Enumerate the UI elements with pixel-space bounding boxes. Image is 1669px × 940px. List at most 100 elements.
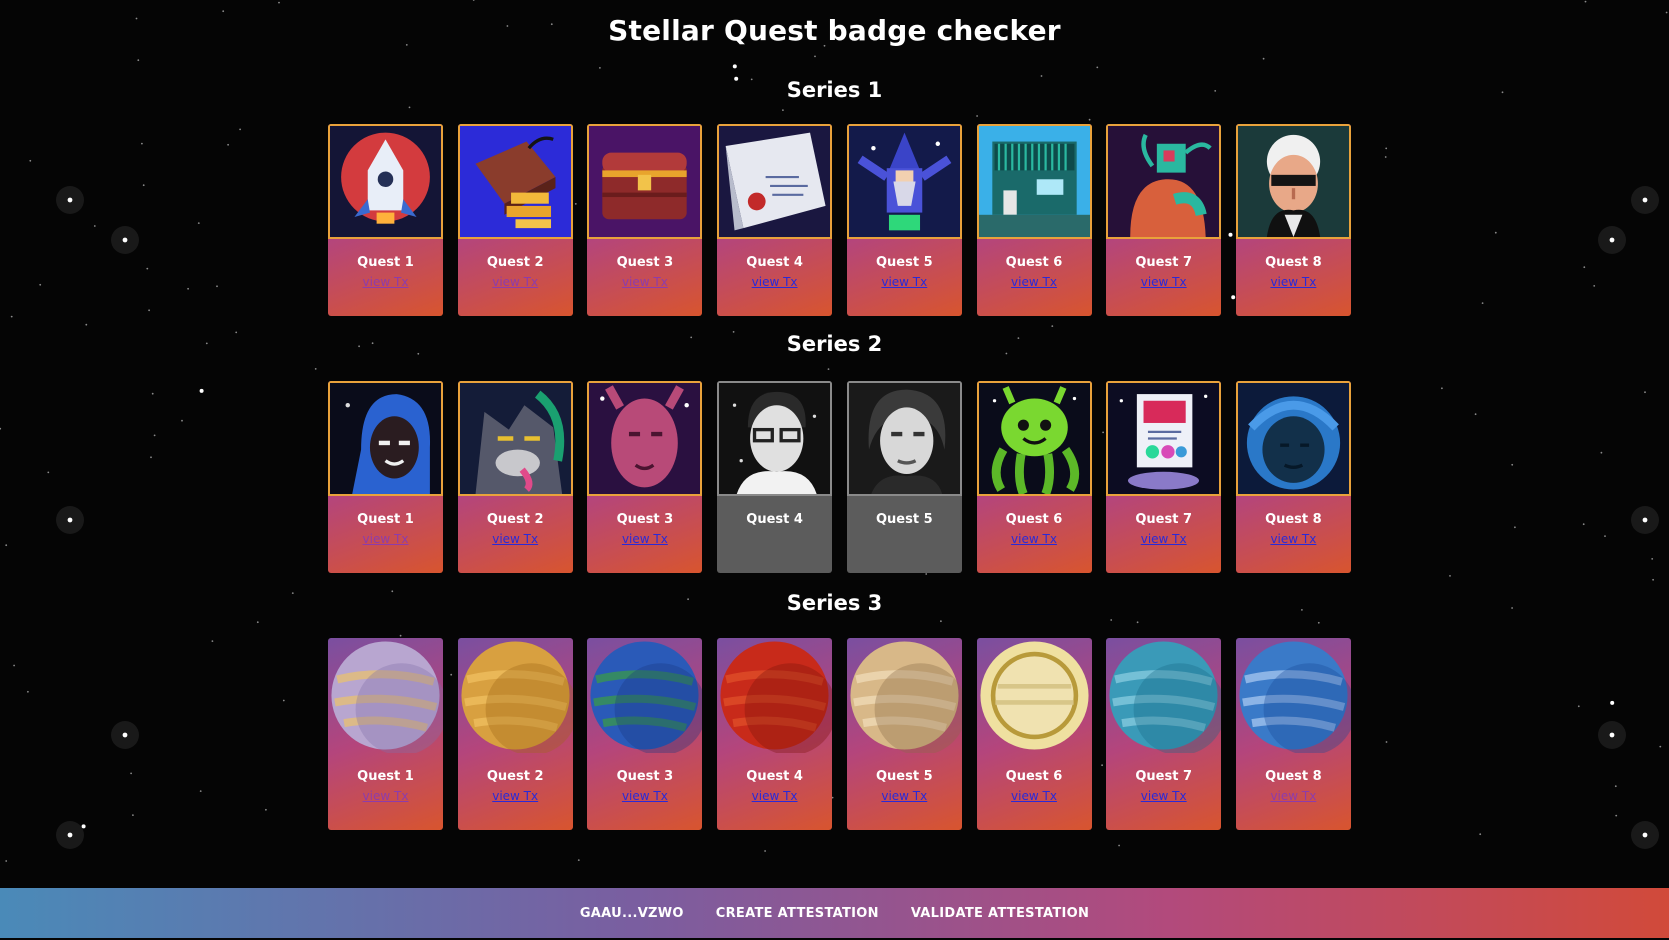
mars-planet-icon (717, 638, 833, 753)
creature-icon (1106, 124, 1222, 239)
badge-card: Quest 2 view Tx (457, 638, 573, 830)
badge-card: Quest 8 view Tx (1235, 638, 1351, 830)
quest-label: Quest 8 (1265, 769, 1322, 784)
view-tx-link[interactable]: view Tx (328, 532, 443, 546)
quest-label: Quest 7 (1135, 512, 1193, 527)
page-title: Stellar Quest badge checker (608, 14, 1061, 47)
quest-label: Quest 8 (1265, 255, 1322, 270)
view-tx-link[interactable]: view Tx (587, 275, 702, 289)
woman-portrait-icon (846, 381, 962, 496)
view-tx-link[interactable]: view Tx (977, 275, 1092, 289)
view-tx-link[interactable]: view Tx (587, 789, 702, 803)
octopus-icon (976, 381, 1092, 496)
badge-card: Quest 3 view Tx (587, 638, 703, 830)
badge-card: Quest 1 view Tx (328, 124, 443, 316)
quest-label: Quest 1 (357, 512, 414, 527)
quest-label: Quest 3 (616, 512, 674, 527)
wolf-portrait-icon (457, 381, 573, 496)
badge-card: Quest 5 view Tx (846, 638, 962, 830)
badge-row: Quest 1 view Tx Quest 2 view Tx Quest 3 view … (328, 381, 1351, 573)
view-tx-link[interactable]: view Tx (1106, 275, 1221, 289)
view-tx-link[interactable]: view Tx (977, 789, 1092, 803)
book-icon (1106, 381, 1222, 496)
gold-bars-icon (457, 124, 573, 239)
badge-card: Quest 5 view Tx (846, 124, 962, 316)
validate-attestation-button[interactable]: VALIDATE ATTESTATION (911, 906, 1089, 921)
badge-card: Quest 5 (846, 381, 962, 573)
view-tx-link[interactable]: view Tx (847, 275, 962, 289)
uranus-planet-icon (1106, 638, 1222, 753)
helmet-portrait-icon (1235, 381, 1351, 496)
quest-label: Quest 5 (875, 255, 933, 270)
quest-label: Quest 4 (746, 512, 803, 527)
rocket-icon (328, 124, 443, 239)
mercury-planet-icon (328, 638, 443, 753)
scroll-icon (717, 124, 833, 239)
badge-card: Quest 1 view Tx (328, 381, 443, 573)
view-tx-link[interactable]: view Tx (1236, 532, 1351, 546)
quest-label: Quest 1 (357, 255, 414, 270)
badge-card: Quest 8 view Tx (1235, 124, 1351, 316)
view-tx-link[interactable]: view Tx (977, 532, 1092, 546)
quest-label: Quest 7 (1135, 255, 1193, 270)
view-tx-link[interactable]: view Tx (328, 789, 443, 803)
badge-card: Quest 6 view Tx (976, 638, 1092, 830)
badge-card: Quest 7 view Tx (1106, 381, 1222, 573)
quest-label: Quest 6 (1005, 769, 1063, 784)
quest-label: Quest 1 (357, 769, 414, 784)
view-tx-link[interactable]: view Tx (717, 275, 832, 289)
alien-portrait-icon (587, 381, 703, 496)
quest-label: Quest 6 (1005, 255, 1063, 270)
badge-card: Quest 3 view Tx (587, 124, 703, 316)
quest-label: Quest 2 (486, 512, 544, 527)
jupiter-planet-icon (847, 638, 962, 753)
view-tx-link[interactable]: view Tx (458, 532, 573, 546)
glasses-portrait-icon (717, 381, 833, 496)
venus-planet-icon (458, 638, 573, 753)
quest-label: Quest 2 (486, 255, 544, 270)
quest-label: Quest 8 (1265, 512, 1322, 527)
quest-label: Quest 4 (746, 769, 803, 784)
astronaut-portrait-icon (328, 381, 443, 496)
series-title: Series 1 (786, 78, 883, 102)
wizard-icon (846, 124, 962, 239)
view-tx-link[interactable]: view Tx (847, 789, 962, 803)
account-button[interactable]: GAAU...VZWO (580, 906, 684, 921)
view-tx-link[interactable]: view Tx (587, 532, 702, 546)
series-title: Series 2 (786, 332, 883, 356)
neptune-planet-icon (1236, 638, 1351, 753)
earth-planet-icon (587, 638, 703, 753)
quest-label: Quest 3 (616, 769, 674, 784)
quest-label: Quest 4 (746, 255, 803, 270)
badge-card: Quest 2 view Tx (457, 124, 573, 316)
badge-card: Quest 1 view Tx (328, 638, 443, 830)
badge-card: Quest 6 view Tx (976, 381, 1092, 573)
view-tx-link[interactable]: view Tx (1236, 275, 1351, 289)
view-tx-link[interactable]: view Tx (1106, 532, 1221, 546)
badge-card: Quest 4 view Tx (717, 124, 833, 316)
badge-card: Quest 6 view Tx (976, 124, 1092, 316)
view-tx-link[interactable]: view Tx (458, 275, 573, 289)
view-tx-link[interactable]: view Tx (458, 789, 573, 803)
portrait-icon (1235, 124, 1351, 239)
footer-nav: GAAU...VZWO CREATE ATTESTATION VALIDATE … (0, 888, 1669, 938)
badge-card: Quest 8 view Tx (1235, 381, 1351, 573)
badge-row: Quest 1 view Tx Quest 2 view Tx Quest 3 view … (328, 124, 1351, 316)
quest-label: Quest 5 (875, 512, 933, 527)
quest-label: Quest 7 (1135, 769, 1193, 784)
view-tx-link[interactable]: view Tx (1236, 789, 1351, 803)
treasure-chest-icon (587, 124, 703, 239)
app: Stellar Quest badge checker Series 1 Ques… (0, 0, 1669, 940)
series-title: Series 3 (786, 591, 883, 615)
quest-label: Quest 5 (875, 769, 933, 784)
badge-card: Quest 4 view Tx (717, 638, 833, 830)
view-tx-link[interactable]: view Tx (328, 275, 443, 289)
view-tx-link[interactable]: view Tx (717, 789, 832, 803)
saturn-planet-icon (977, 638, 1092, 753)
quest-label: Quest 6 (1005, 512, 1063, 527)
view-tx-link[interactable]: view Tx (1106, 789, 1221, 803)
quest-label: Quest 2 (486, 769, 544, 784)
create-attestation-button[interactable]: CREATE ATTESTATION (716, 906, 879, 921)
badge-card: Quest 7 view Tx (1106, 638, 1222, 830)
badge-card: Quest 3 view Tx (587, 381, 703, 573)
